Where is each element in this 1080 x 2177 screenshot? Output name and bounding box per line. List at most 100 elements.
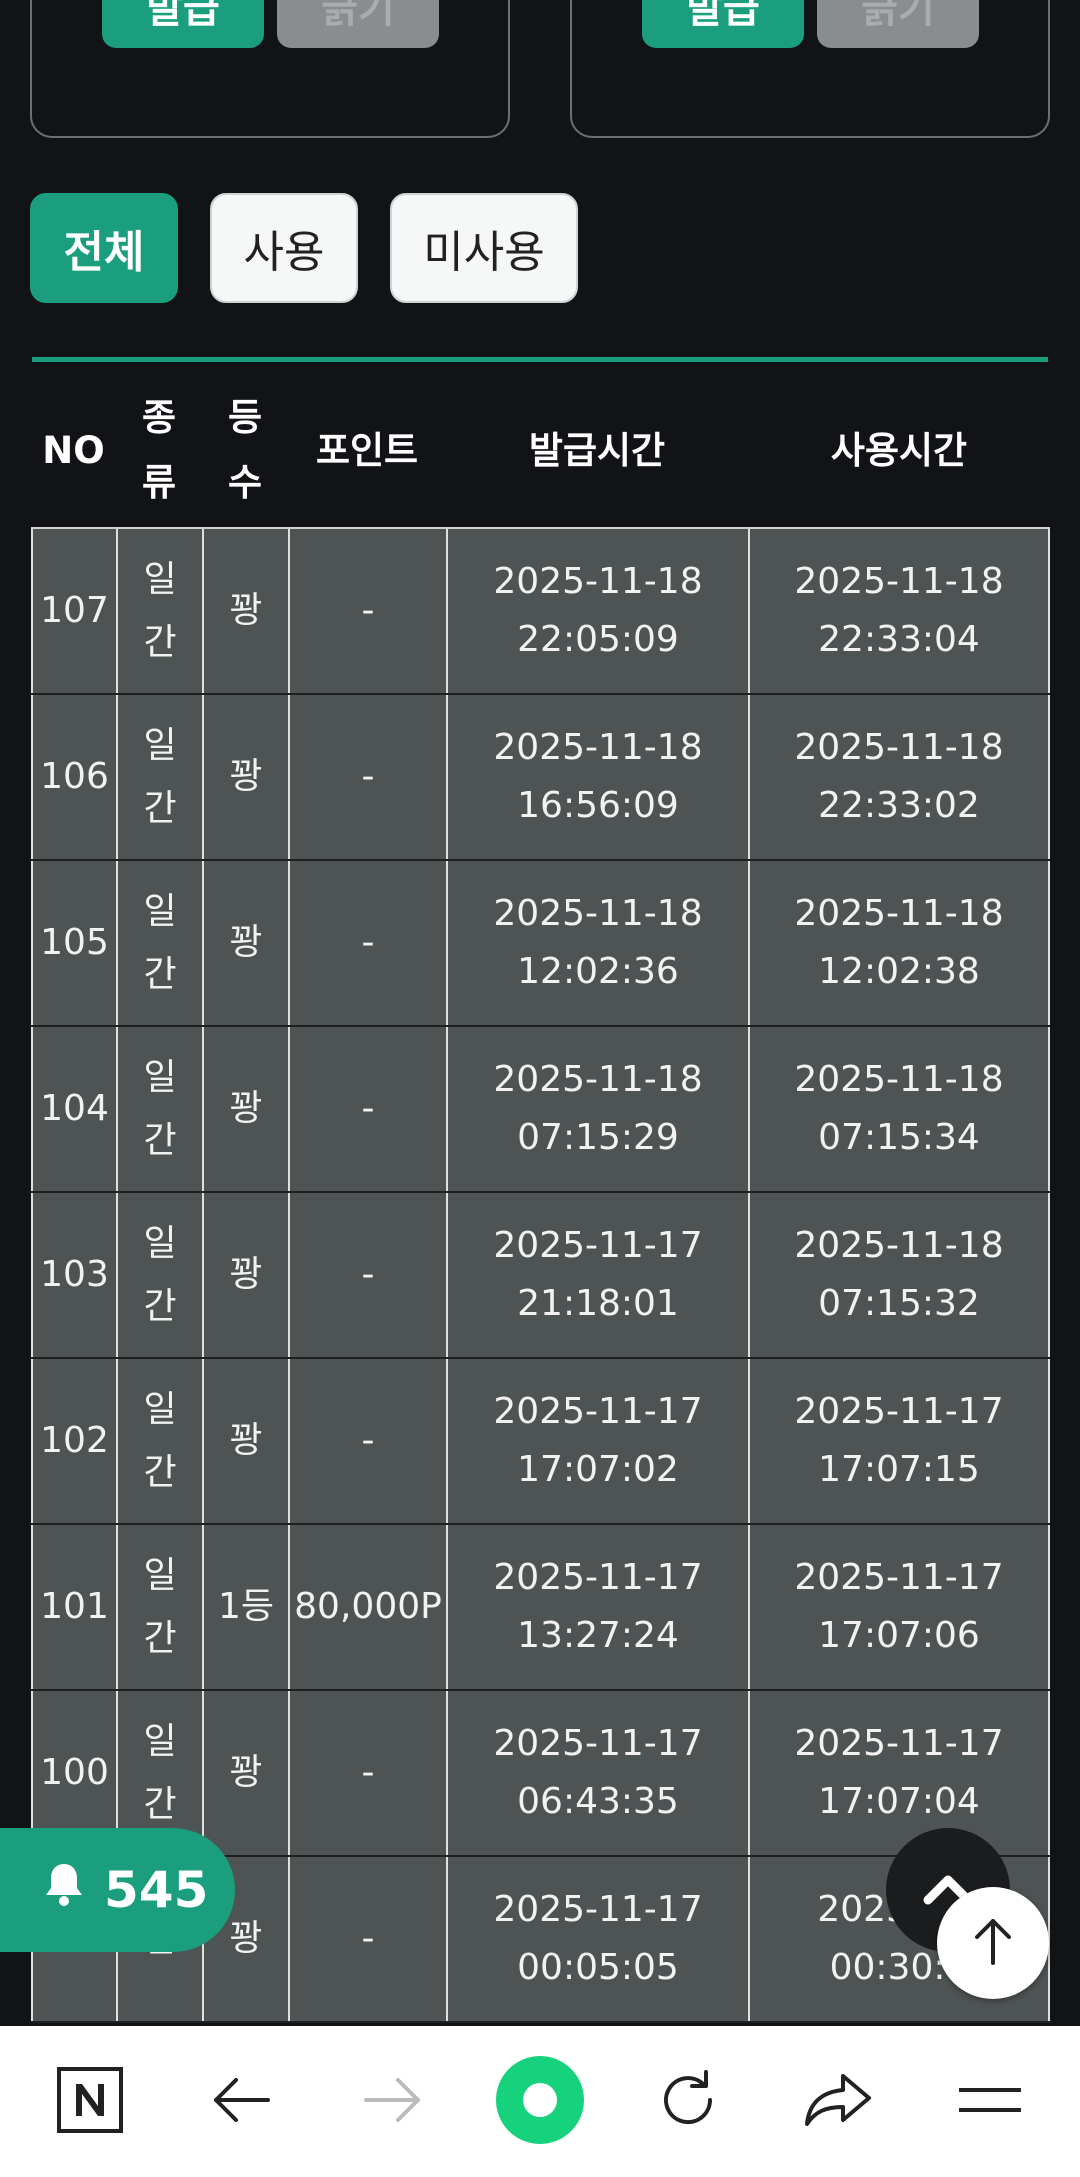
header-issued-time: 발급시간: [528, 429, 666, 473]
table-row: 104 일간 꽝 - 2025-11-18 07:15:29 2025-11-18 07:…: [31, 1027, 1050, 1193]
cell-point-text: 80,000P: [294, 1586, 442, 1628]
cell-type: 일간: [116, 1027, 202, 1191]
filter-bar: 전체 사용 미사용: [30, 193, 578, 303]
forward-arrow-icon: [360, 2075, 424, 2129]
cell-used-time-text: 2025-11-17 17:07:06: [794, 1557, 1004, 1656]
header-point: 포인트: [315, 429, 419, 473]
cell-issued-time: 2025-11-17 21:18:01: [446, 1193, 748, 1357]
header-used-time: 사용시간: [830, 429, 968, 473]
cell-point: -: [288, 861, 446, 1025]
cell-used-time: 2025-11-18 22:33:02: [748, 695, 1050, 859]
cell-no: 102: [31, 1359, 116, 1523]
naver-n-icon: [56, 2066, 124, 2138]
back-button[interactable]: [192, 2026, 292, 2177]
cell-point-text: -: [361, 756, 375, 798]
cell-no: 105: [31, 861, 116, 1025]
lottery-card-left: 발급 긁기: [30, 0, 510, 138]
cell-no: 101: [31, 1525, 116, 1689]
cell-issued-time-text: 2025-11-17 06:43:35: [493, 1723, 703, 1822]
cell-used-time-text: 2025-11-18 12:02:38: [794, 893, 1004, 992]
cell-type: 일간: [116, 861, 202, 1025]
cell-point-text: -: [361, 1918, 375, 1960]
cell-type: 일간: [116, 1359, 202, 1523]
filter-unused-button[interactable]: 미사용: [390, 193, 578, 303]
cell-issued-time: 2025-11-17 06:43:35: [446, 1691, 748, 1855]
filter-used-button[interactable]: 사용: [210, 193, 358, 303]
cell-type: 일간: [116, 1193, 202, 1357]
cell-rank-text: 꽝: [229, 1918, 263, 1960]
cell-used-time-text: 2025-11-18 07:15:32: [794, 1225, 1004, 1324]
cell-issued-time: 2025-11-17 00:05:05: [446, 1857, 748, 2021]
share-icon: [803, 2070, 873, 2134]
notification-count: 545: [104, 1861, 209, 1919]
table-row: 101 일간 1등 80,000P 2025-11-17 13:27:24 2025-11…: [31, 1525, 1050, 1691]
cell-no: 107: [31, 529, 116, 693]
cell-used-time-text: 2025-11-18 22:33:04: [794, 561, 1004, 660]
cell-type-text: 일간: [143, 1721, 177, 1825]
header-rank: 등수: [227, 396, 263, 504]
table-row: 106 일간 꽝 - 2025-11-18 16:56:09 2025-11-18 22:…: [31, 695, 1050, 861]
issue-button[interactable]: 발급: [102, 0, 264, 48]
cell-rank-text: 꽝: [229, 922, 263, 964]
cell-rank-text: 꽝: [229, 1088, 263, 1130]
browser-bottom-nav: [0, 2026, 1080, 2177]
cell-point: -: [288, 1359, 446, 1523]
cell-point: -: [288, 695, 446, 859]
table-body: 107 일간 꽝 -2025-11-18 22:05:09 2025-11-18 22:…: [31, 527, 1050, 2023]
arrow-up-icon: [969, 1913, 1017, 1973]
cell-point: -: [288, 529, 446, 693]
cell-issued-time-text: 2025-11-18 12:02:36: [493, 893, 703, 992]
cell-no-text: 103: [40, 1254, 109, 1296]
cell-point: -: [288, 1857, 446, 2021]
cell-rank: 꽝: [202, 1691, 288, 1855]
scratch-button[interactable]: 긁기: [277, 0, 439, 48]
menu-button[interactable]: [940, 2026, 1040, 2177]
share-button[interactable]: [788, 2026, 888, 2177]
cell-type: 일간: [116, 1525, 202, 1689]
cell-issued-time-text: 2025-11-18 07:15:29: [493, 1059, 703, 1158]
cell-point-text: -: [361, 1254, 375, 1296]
scroll-up-button[interactable]: [937, 1887, 1049, 1999]
bell-icon: [42, 1860, 86, 1920]
back-arrow-icon: [210, 2075, 274, 2129]
filter-all-button[interactable]: 전체: [30, 193, 178, 303]
cell-type: 일간: [116, 695, 202, 859]
cell-rank: 꽝: [202, 529, 288, 693]
cell-rank-text: 꽝: [229, 1254, 263, 1296]
cell-type-text: 일간: [143, 1389, 177, 1493]
cell-issued-time-text: 2025-11-17 13:27:24: [493, 1557, 703, 1656]
cell-no-text: 106: [40, 756, 109, 798]
cell-point: 80,000P: [288, 1525, 446, 1689]
naver-home-button[interactable]: [40, 2026, 140, 2177]
forward-button[interactable]: [342, 2026, 442, 2177]
cell-point-text: -: [361, 922, 375, 964]
cell-type: 일간: [116, 529, 202, 693]
refresh-button[interactable]: [638, 2026, 738, 2177]
cell-rank: 1등: [202, 1525, 288, 1689]
notification-button[interactable]: 545: [0, 1828, 235, 1952]
cell-no-text: 101: [40, 1586, 109, 1628]
header-type: 종류: [141, 396, 177, 504]
cell-used-time-text: 2025-11-17 17:07:15: [794, 1391, 1004, 1490]
cell-no-text: 104: [40, 1088, 109, 1130]
cell-point: -: [288, 1691, 446, 1855]
cell-rank-text: 꽝: [229, 590, 263, 632]
cell-rank-text: 꽝: [229, 1420, 263, 1462]
cell-rank: 꽝: [202, 1193, 288, 1357]
cell-rank-text: 꽝: [229, 756, 263, 798]
cell-issued-time: 2025-11-18 12:02:36: [446, 861, 748, 1025]
cell-point: -: [288, 1193, 446, 1357]
scratch-button[interactable]: 긁기: [817, 0, 979, 48]
cell-rank: 꽝: [202, 1359, 288, 1523]
issue-button[interactable]: 발급: [642, 0, 804, 48]
lottery-card-right: 발급 긁기: [570, 0, 1050, 138]
cell-no-text: 105: [40, 922, 109, 964]
cell-point-text: -: [361, 590, 375, 632]
cell-issued-time: 2025-11-17 13:27:24: [446, 1525, 748, 1689]
page: 발급 긁기 발급 긁기 전체 사용 미사용 NO 종류 등수 포인트 발급시간 …: [0, 0, 1080, 2177]
table-header: NO 종류 등수 포인트 발급시간 사용시간: [31, 375, 1050, 527]
cell-no-text: 100: [40, 1752, 109, 1794]
header-no: NO: [42, 429, 105, 473]
green-dot-button[interactable]: [490, 2026, 590, 2177]
cell-issued-time: 2025-11-18 22:05:09: [446, 529, 748, 693]
